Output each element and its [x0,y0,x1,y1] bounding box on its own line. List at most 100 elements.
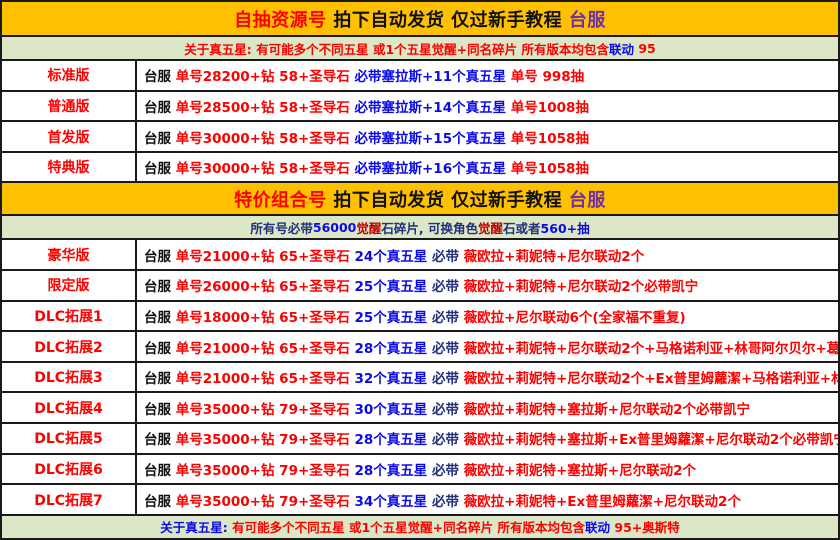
text-segment: 台服 [144,341,176,357]
row-label: DLC拓展4 [2,393,137,422]
text-segment: 56000 [313,220,357,235]
text-segment: 薇欧拉+莉妮特+塞拉斯+Ex普里姆蘿潔+尼尔联动2个必带凯宁 [464,432,838,448]
text-segment: 薇欧拉+莉妮特+Ex普里姆蘿潔+尼尔联动2个 [464,494,741,510]
text-segment: 台服 [144,69,176,85]
text-segment: 石或者 [503,218,541,237]
text-segment: 单号21000+钻 65+圣导石 [176,371,355,387]
text-segment: 单号21000+钻 65+圣导石 [176,341,355,357]
text-segment: 台服 [569,6,606,32]
text-segment: 单号28200+钻 58+圣导石 [176,69,355,85]
text-segment: 95 [634,41,656,56]
text-segment: 觉醒 [478,218,503,237]
text-segment: 必带 [432,432,464,448]
table-row: DLC拓展2 台服 单号21000+钻 65+圣导石 28个真五星 必带 薇欧拉+… [2,330,838,361]
text-segment: 台服 [144,371,176,387]
row-content: 台服 单号28500+钻 58+圣导石 必带塞拉斯+14个真五星 单号1008抽 [137,96,838,116]
text-segment: 单号30000+钻 58+圣导石 [176,161,355,177]
text-segment: 必带塞拉斯+15个真五星 [354,131,510,147]
text-segment: 单号26000+钻 65+圣导石 [176,279,355,295]
text-segment: 拍下自动发货 仅过新手教程 [327,186,569,212]
text-segment: 薇欧拉+莉妮特+塞拉斯+尼尔联动2个必带凯宁 [464,402,750,418]
row-label: 标准版 [2,61,137,90]
text-segment: 联动 [609,39,634,58]
text-segment: 560+抽 [541,218,590,237]
row-label: 普通版 [2,92,137,121]
row-content: 台服 单号35000+钻 79+圣导石 28个真五星 必带 薇欧拉+莉妮特+塞拉… [137,459,838,479]
text-segment: 有可能多个不同五星 或1个五星觉醒+同名碎片 所有版本均包含 [232,517,585,536]
row-label: DLC拓展7 [2,485,137,514]
text-segment: 必带塞拉斯+11个真五星 [354,69,510,85]
text-segment: 台服 [144,161,176,177]
row-label-text: 限定版 [48,275,90,295]
text-segment: 28个真五星 [354,432,432,448]
text-segment: 必带塞拉斯+16个真五星 [354,161,510,177]
text-segment: 自抽资源号 [234,6,327,32]
table-row: 普通版 台服 单号28500+钻 58+圣导石 必带塞拉斯+14个真五星 单号10… [2,90,838,121]
text-segment: 薇欧拉+莉妮特+塞拉斯+尼尔联动2个 [464,463,696,479]
text-segment: 联动 [585,517,610,536]
row-label: 豪华版 [2,240,137,269]
text-segment: 台服 [144,402,176,418]
text-segment: 单号35000+钻 79+圣导石 [176,402,355,418]
text-segment: 单号1058抽 [511,131,589,147]
text-segment: 25个真五星 [354,310,432,326]
text-segment: 32个真五星 [354,371,432,387]
text-segment: 石碎片, 可换角色 [381,218,478,237]
text-segment: 台服 [144,494,176,510]
row-content: 台服 单号35000+钻 79+圣导石 28个真五星 必带 薇欧拉+莉妮特+塞拉… [137,428,838,448]
section1-notice: 关于真五星: 有可能多个不同五星 或1个五星觉醒+同名碎片 所有版本均包含联动 … [2,35,838,59]
text-segment: 单号18000+钻 65+圣导石 [176,310,355,326]
text-segment: 所有号必带 [250,218,313,237]
row-label: DLC拓展5 [2,424,137,453]
section1-header: 自抽资源号 拍下自动发货 仅过新手教程 台服 [2,2,838,35]
row-label: DLC拓展6 [2,455,137,484]
row-label-text: DLC拓展1 [34,306,103,326]
text-segment: 台服 [144,463,176,479]
text-segment: 必带 [432,279,464,295]
row-label-text: 普通版 [48,96,90,116]
row-content: 台服 单号21000+钻 65+圣导石 28个真五星 必带 薇欧拉+莉妮特+尼尔… [137,337,838,357]
row-label-text: 首发版 [48,127,90,147]
text-segment: 单号1058抽 [511,161,589,177]
row-content: 台服 单号21000+钻 65+圣导石 24个真五星 必带 薇欧拉+莉妮特+尼尔… [137,245,838,265]
table-row: DLC拓展3 台服 单号21000+钻 65+圣导石 32个真五星 必带 薇欧拉+… [2,361,838,392]
text-segment: 台服 [144,100,176,116]
row-content: 台服 单号21000+钻 65+圣导石 32个真五星 必带 薇欧拉+莉妮特+尼尔… [137,367,838,387]
text-segment: 拍下自动发货 仅过新手教程 [327,6,569,32]
text-segment: 单号21000+钻 65+圣导石 [176,249,355,265]
table-row: DLC拓展5台服 单号35000+钻 79+圣导石 28个真五星 必带 薇欧拉+… [2,422,838,453]
row-label-text: 豪华版 [48,245,90,265]
text-segment: 薇欧拉+莉妮特+尼尔联动2个+马格诺利亚+林哥阿尔贝尔+葛萝莉雅 [464,341,838,357]
row-label: 特典版 [2,153,137,182]
text-segment: 关于真五星: 有可能多个不同五星 或1个五星觉醒+同名碎片 所有版本均包含 [184,39,609,58]
text-segment: 台服 [144,131,176,147]
text-segment: 34个真五星 [354,494,432,510]
section2-header: 特价组合号 拍下自动发货 仅过新手教程 台服 [2,181,838,214]
price-sheet: 自抽资源号 拍下自动发货 仅过新手教程 台服关于真五星: 有可能多个不同五星 或… [0,0,840,540]
footer-notice: 关于真五星: 有可能多个不同五星 或1个五星觉醒+同名碎片 所有版本均包含联动 … [2,514,838,538]
row-label-text: DLC拓展2 [34,337,103,357]
text-segment: 台服 [144,310,176,326]
text-segment: 单号35000+钻 79+圣导石 [176,463,355,479]
text-segment: 必带塞拉斯+14个真五星 [354,100,510,116]
text-segment: 必带 [432,494,464,510]
row-label-text: DLC拓展3 [34,367,103,387]
row-label-text: 特典版 [48,157,90,177]
text-segment: 台服 [144,432,176,448]
text-segment: 28个真五星 [354,341,432,357]
text-segment: 必带 [432,402,464,418]
text-segment: 28个真五星 [354,463,432,479]
text-segment: 单号1008抽 [511,100,589,116]
section2-notice: 所有号必带56000觉醒石碎片, 可换角色觉醒石或者560+抽 [2,214,838,238]
row-label: DLC拓展1 [2,302,137,331]
text-segment: 薇欧拉+莉妮特+尼尔联动2个 [464,249,645,265]
text-segment: 关于真五星: [160,517,232,536]
table-row: DLC拓展7台服 单号35000+钻 79+圣导石 34个真五星 必带 薇欧拉+… [2,483,838,514]
text-segment: 薇欧拉+莉妮特+尼尔联动2个+Ex普里姆蘿潔+马格诺利亚+林哥阿尔贝尔+葛萝莉雅… [464,371,838,387]
row-label: 限定版 [2,271,137,300]
row-label-text: DLC拓展6 [34,459,103,479]
text-segment: 薇欧拉+尼尔联动6个(全家福不重复) [464,310,686,326]
text-segment: 单号 998抽 [511,69,584,85]
text-segment: 必带 [432,463,464,479]
row-content: 台服 单号18000+钻 65+圣导石 25个真五星 必带 薇欧拉+尼尔联动6个… [137,306,838,326]
